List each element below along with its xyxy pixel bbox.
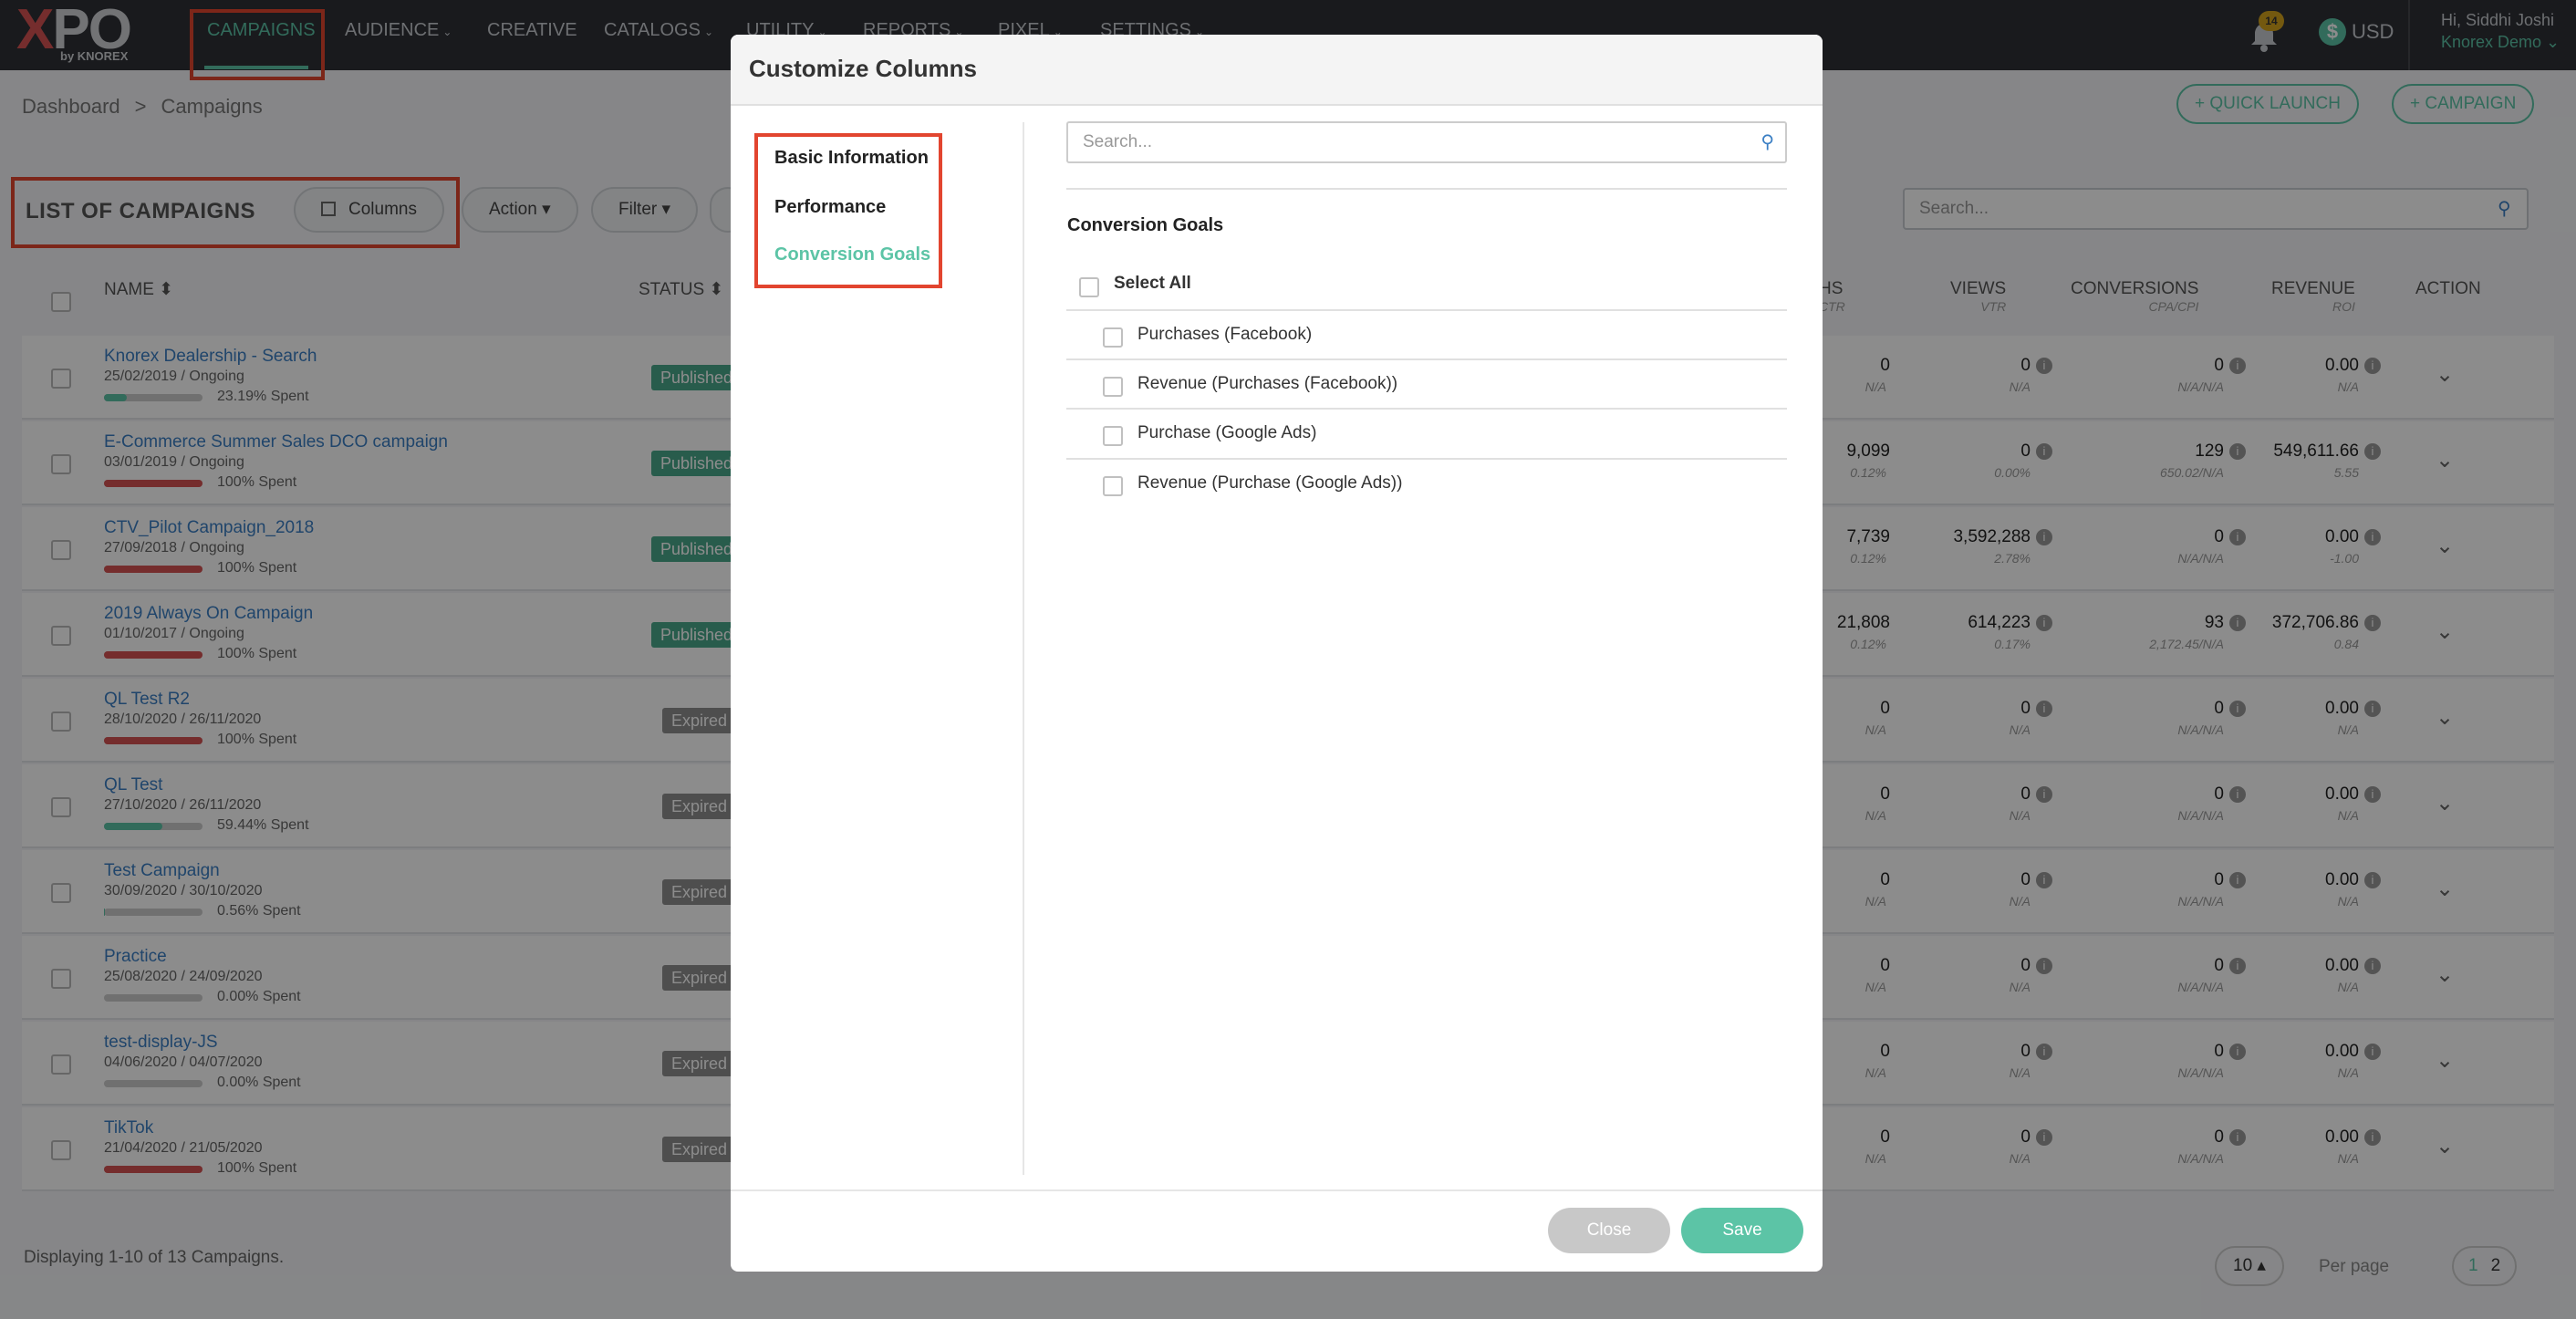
modal-divider — [1023, 122, 1024, 1175]
divider — [1066, 458, 1787, 460]
divider — [1066, 408, 1787, 410]
option-checkbox-revenue-purchases-facebook[interactable] — [1103, 377, 1123, 397]
select-all-label[interactable]: Select All — [1114, 274, 1191, 294]
option-label[interactable]: Revenue (Purchase (Google Ads)) — [1137, 473, 1402, 493]
divider — [1066, 309, 1787, 311]
section-title: Conversion Goals — [1067, 215, 1224, 235]
option-label[interactable]: Purchase (Google Ads) — [1137, 423, 1316, 443]
option-checkbox-purchases-facebook[interactable] — [1103, 327, 1123, 348]
option-checkbox-purchase-google-ads[interactable] — [1103, 426, 1123, 446]
search-icon[interactable]: ⚲ — [1761, 123, 1774, 161]
option-checkbox-revenue-purchase-google-ads[interactable] — [1103, 476, 1123, 496]
search-placeholder: Search... — [1083, 132, 1153, 151]
select-all-checkbox[interactable] — [1079, 277, 1099, 297]
modal-footer-divider — [731, 1189, 1823, 1191]
option-label[interactable]: Revenue (Purchases (Facebook)) — [1137, 374, 1397, 394]
column-search-input[interactable]: Search... ⚲ — [1066, 121, 1787, 163]
divider — [1066, 358, 1787, 360]
modal-header: Customize Columns — [731, 35, 1823, 106]
close-button[interactable]: Close — [1548, 1208, 1670, 1253]
modal-title: Customize Columns — [749, 55, 977, 82]
divider — [1066, 188, 1787, 190]
highlight-modal-nav — [754, 133, 942, 288]
save-button[interactable]: Save — [1681, 1208, 1803, 1253]
option-label[interactable]: Purchases (Facebook) — [1137, 325, 1312, 345]
customize-columns-modal: Customize Columns Basic Information Perf… — [731, 35, 1823, 1272]
